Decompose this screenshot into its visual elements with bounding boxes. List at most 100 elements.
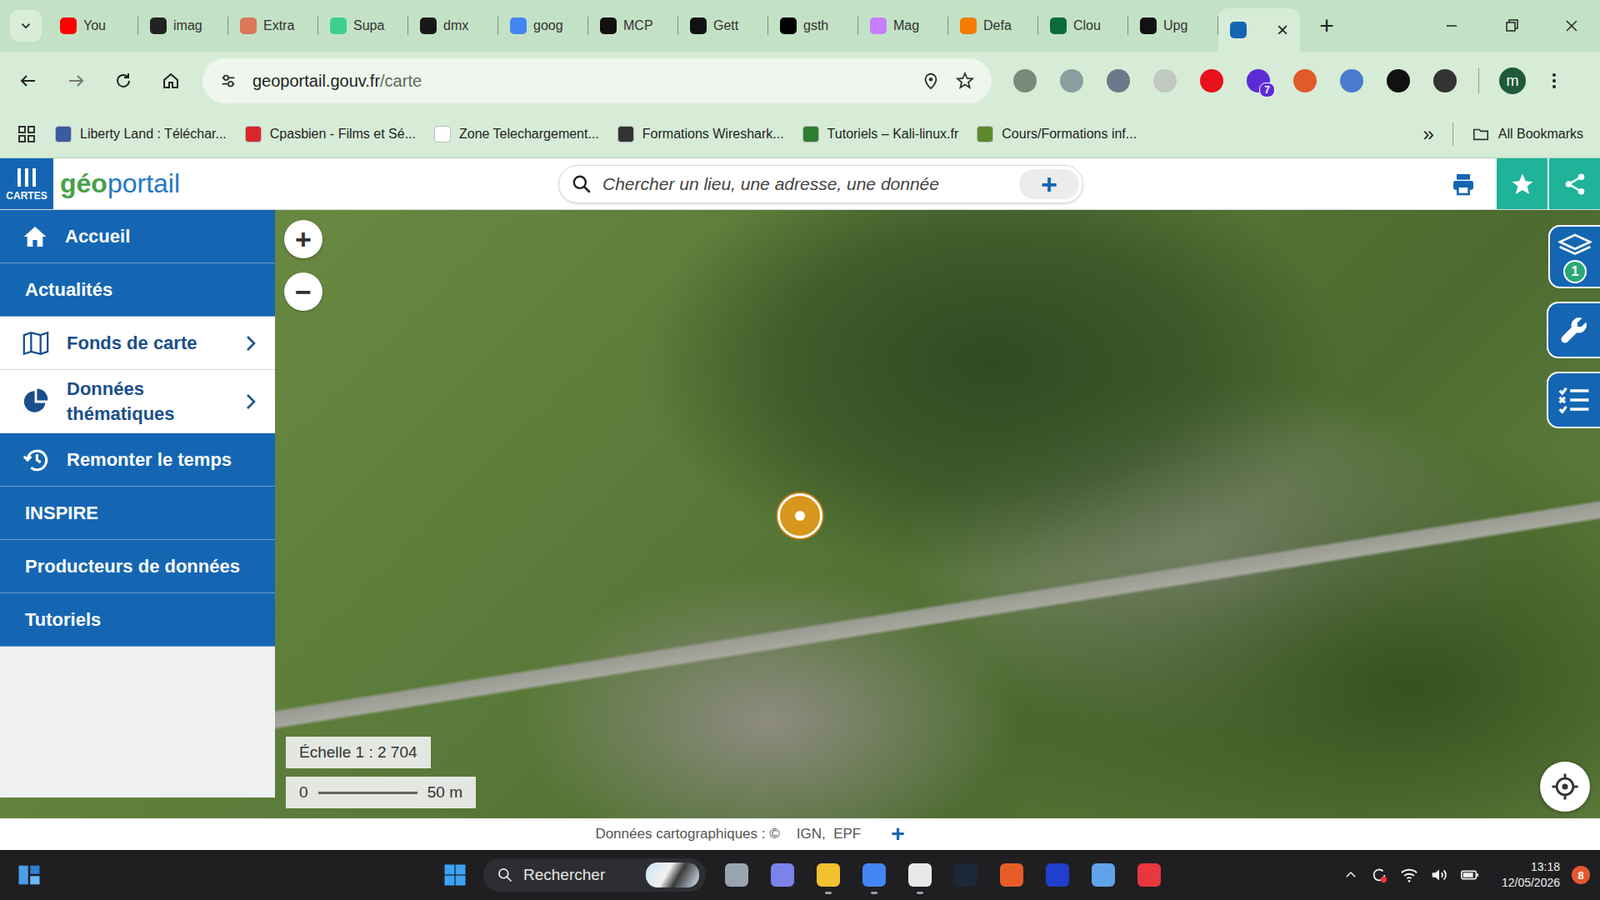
bookmark-item[interactable]: Liberty Land : Téléchar... (55, 125, 227, 143)
app-glyph (770, 863, 795, 887)
sidebar-item[interactable]: Actualités (0, 263, 275, 317)
chevron-down-icon (18, 18, 34, 34)
sidebar-item[interactable]: INSPIRE (0, 486, 275, 540)
reload-icon[interactable] (113, 70, 134, 91)
layers-count-badge: 1 (1563, 260, 1587, 284)
taskbar-app-icon[interactable] (767, 855, 798, 895)
browser-tab[interactable]: You (48, 9, 139, 43)
favorites-button[interactable] (1495, 158, 1548, 210)
forward-icon[interactable] (65, 70, 86, 91)
search-add-button[interactable]: + (1019, 169, 1080, 200)
bookmark-item[interactable]: Cpasbien - Films et Sé... (245, 125, 416, 143)
browser-tab[interactable]: Gett (678, 9, 769, 43)
extension-icon[interactable] (1060, 69, 1084, 93)
extension-icon[interactable] (1153, 69, 1177, 93)
apps-grid-icon[interactable] (16, 124, 37, 145)
home-icon[interactable] (160, 70, 181, 91)
browser-tab[interactable]: goog (498, 9, 589, 43)
extension-icon[interactable] (1433, 69, 1457, 93)
taskbar-app-icon[interactable] (721, 855, 752, 895)
geoportail-logo[interactable]: géoportail (53, 158, 310, 210)
back-icon[interactable] (18, 70, 39, 91)
tray-chevron-icon[interactable] (1343, 867, 1359, 883)
taskbar-app-icon[interactable] (1088, 855, 1119, 895)
taskbar-app-icon[interactable] (1042, 855, 1073, 895)
sidebar-item[interactable]: Données thématiques (0, 370, 275, 434)
browser-tab[interactable]: dmx (408, 9, 499, 43)
share-button[interactable] (1547, 158, 1600, 210)
browser-tab[interactable]: Upg (1128, 9, 1219, 43)
bookmarks-more-button[interactable]: » (1422, 122, 1434, 146)
sidebar-item[interactable]: Fonds de carte (0, 316, 275, 370)
browser-tab[interactable]: MCP (588, 9, 679, 43)
taskbar-app-icon[interactable] (859, 855, 890, 895)
bookmark-item[interactable]: Tutoriels – Kali-linux.fr (802, 125, 960, 143)
browser-tab[interactable]: × (1218, 8, 1300, 52)
location-icon[interactable] (921, 71, 940, 90)
volume-icon[interactable] (1430, 865, 1449, 885)
bookmark-item[interactable]: Formations Wireshark... (617, 125, 785, 143)
print-button[interactable] (1438, 158, 1489, 210)
sidebar-item[interactable]: Remonter le temps (0, 433, 275, 487)
browser-tab[interactable]: Defa (948, 9, 1039, 43)
bookmark-item[interactable]: Cours/Formations inf... (976, 125, 1137, 143)
battery-icon[interactable] (1460, 865, 1480, 885)
extension-icon[interactable] (1293, 69, 1317, 93)
browser-tab[interactable]: gsth (768, 9, 859, 43)
layers-button[interactable]: 1 (1548, 225, 1600, 289)
extension-icon[interactable] (1106, 69, 1130, 93)
scale-bar: 050 m (285, 776, 476, 809)
sync-icon[interactable] (1370, 865, 1389, 885)
taskbar-app-icon[interactable] (996, 855, 1027, 895)
cartes-menu-button[interactable]: CARTES (0, 158, 54, 210)
browser-tab[interactable]: Extra (228, 9, 319, 43)
browser-tab[interactable]: Clou (1038, 9, 1129, 43)
all-bookmarks-button[interactable]: All Bookmarks (1471, 125, 1584, 144)
tab-close-button[interactable]: × (1273, 20, 1292, 40)
chevron-right-icon (240, 391, 260, 412)
site-info-icon[interactable] (219, 71, 238, 90)
widgets-icon[interactable] (16, 862, 42, 888)
extension-icon[interactable]: 7 (1246, 69, 1270, 93)
minimize-icon[interactable] (1443, 17, 1460, 35)
wifi-icon[interactable] (1400, 865, 1419, 885)
close-icon[interactable] (1563, 17, 1580, 35)
location-marker[interactable] (777, 493, 823, 539)
taskbar-app-icon[interactable] (950, 855, 981, 895)
sidebar-item[interactable]: Producteurs de données (0, 540, 275, 594)
browser-tab[interactable]: Supa (318, 9, 409, 43)
map-view[interactable]: AccueilActualitésFonds de carteDonnées t… (0, 210, 1600, 819)
tools-button[interactable] (1546, 301, 1600, 359)
menu-dots-icon[interactable] (1544, 70, 1565, 91)
browser-tab[interactable]: imag (138, 9, 229, 43)
search-box[interactable]: Chercher un lieu, une adresse, une donné… (558, 165, 1084, 204)
attribution-more-button[interactable]: + (890, 822, 905, 846)
restore-icon[interactable] (1503, 17, 1520, 35)
zoom-in-button[interactable]: + (284, 220, 323, 259)
new-tab-button[interactable]: + (1310, 13, 1344, 39)
bookmark-label: Zone Telechargement... (459, 126, 600, 142)
geolocate-button[interactable] (1540, 761, 1590, 812)
bookmark-item[interactable]: Zone Telechargement... (434, 125, 600, 143)
extension-icon[interactable] (1200, 69, 1224, 93)
tab-search-button[interactable] (10, 10, 42, 42)
zoom-out-button[interactable]: − (284, 272, 323, 311)
extension-icon[interactable] (1340, 69, 1364, 93)
address-bar[interactable]: geoportail.gouv.fr/carte (202, 58, 992, 104)
profile-button[interactable]: m (1499, 67, 1526, 95)
browser-tab[interactable]: Mag (858, 9, 949, 43)
sidebar-item[interactable]: Accueil (0, 210, 275, 264)
taskbar-app-icon[interactable] (905, 855, 935, 895)
taskbar-app-icon[interactable] (813, 855, 844, 895)
taskbar-search[interactable]: Rechercher (483, 858, 706, 892)
extension-icon[interactable] (1013, 69, 1037, 93)
taskbar-app-icon[interactable] (1134, 855, 1165, 895)
bookmark-star-icon[interactable] (955, 70, 975, 91)
legend-button[interactable] (1546, 371, 1600, 429)
notification-badge[interactable]: 8 (1571, 865, 1590, 885)
clock[interactable]: 13:1812/05/2026 (1501, 859, 1560, 891)
sidebar-item[interactable]: Tutoriels (0, 593, 275, 647)
windows-start-icon[interactable] (442, 862, 468, 888)
tab-separator (587, 16, 589, 35)
extension-icon[interactable] (1386, 69, 1410, 93)
